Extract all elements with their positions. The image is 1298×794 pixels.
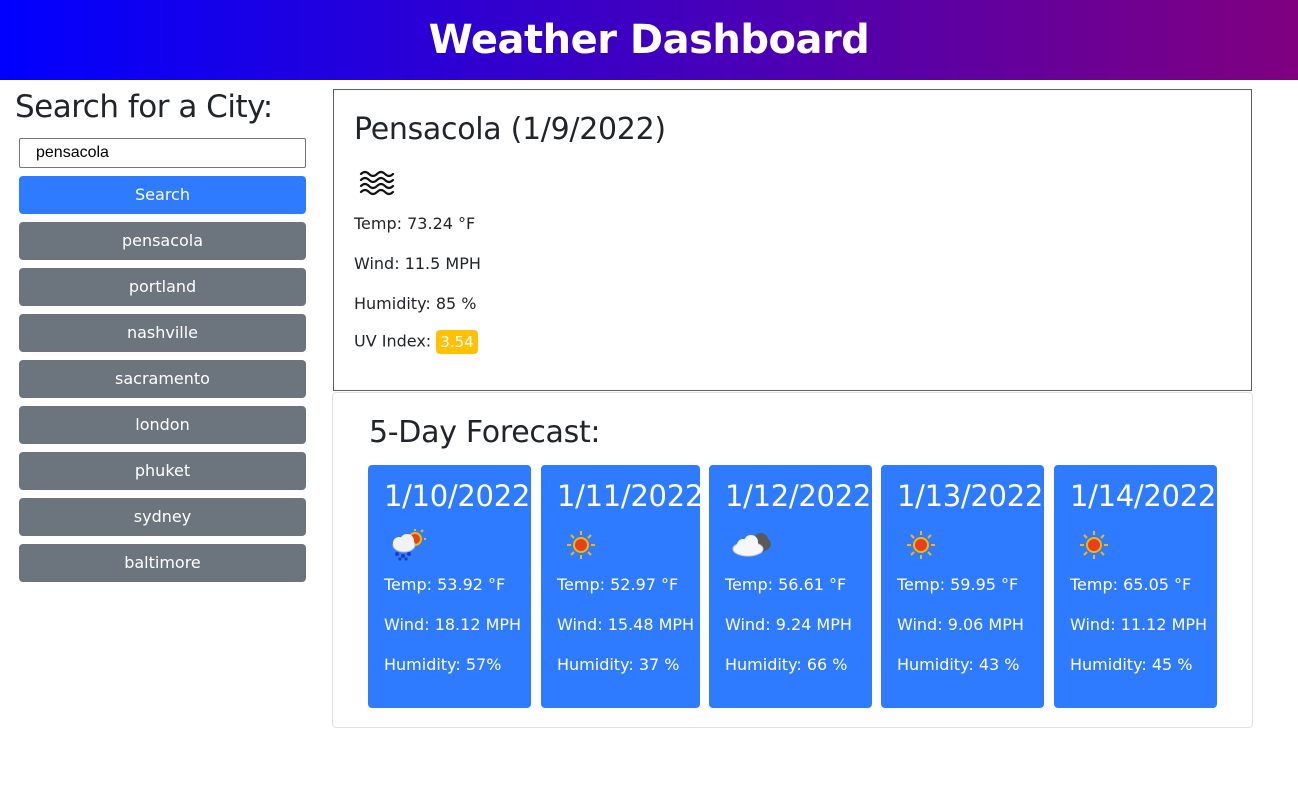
current-weather-panel: Pensacola (1/9/2022) Temp: 73.24 °F Wind…: [333, 89, 1252, 391]
uv-index-badge: 3.54: [436, 330, 478, 354]
city-search-input[interactable]: [19, 138, 306, 168]
sun-icon: [561, 529, 601, 566]
history-button-nashville[interactable]: nashville: [19, 314, 306, 352]
forecast-wind: Wind: 15.48 MPH: [557, 615, 695, 634]
forecast-wind: Wind: 11.12 MPH: [1070, 615, 1208, 634]
forecast-temp: Temp: 65.05 °F: [1070, 575, 1192, 594]
app-header: Weather Dashboard: [0, 0, 1298, 80]
forecast-card: 1/11/2022 Temp: 52.97 °F Wind: 15.48 MPH…: [541, 465, 703, 708]
current-city-title: Pensacola (1/9/2022): [354, 112, 666, 147]
forecast-card: 1/10/2022 Temp: 53.92 °F Wind: 18.12 MPH…: [368, 465, 531, 708]
forecast-panel: 5-Day Forecast: 1/10/2022 Temp: 53.92 °F…: [332, 392, 1253, 728]
forecast-temp: Temp: 52.97 °F: [557, 575, 679, 594]
forecast-card: 1/14/2022 Temp: 65.05 °F Wind: 11.12 MPH…: [1054, 465, 1217, 708]
uv-label: UV Index:: [354, 331, 432, 351]
current-wind: Wind: 11.5 MPH: [354, 254, 481, 273]
page-title: Weather Dashboard: [428, 17, 870, 63]
sun-icon: [1074, 529, 1114, 566]
search-button[interactable]: Search: [19, 176, 306, 214]
forecast-date: 1/13/2022: [897, 479, 1043, 513]
history-button-baltimore[interactable]: baltimore: [19, 544, 306, 582]
forecast-date: 1/10/2022: [384, 479, 530, 513]
current-temp: Temp: 73.24 °F: [354, 214, 476, 233]
forecast-wind: Wind: 9.24 MPH: [725, 615, 852, 634]
history-button-sydney[interactable]: sydney: [19, 498, 306, 536]
current-humidity: Humidity: 85 %: [354, 294, 477, 313]
forecast-date: 1/11/2022: [557, 479, 703, 513]
history-button-pensacola[interactable]: pensacola: [19, 222, 306, 260]
forecast-wind: Wind: 18.12 MPH: [384, 615, 522, 634]
forecast-humidity: Humidity: 37 %: [557, 655, 680, 674]
forecast-date: 1/12/2022: [725, 479, 871, 513]
forecast-heading: 5-Day Forecast:: [369, 415, 601, 450]
forecast-humidity: Humidity: 57%: [384, 655, 502, 674]
forecast-date: 1/14/2022: [1070, 479, 1216, 513]
rain-sun-icon: [388, 529, 428, 566]
forecast-card: 1/13/2022 Temp: 59.95 °F Wind: 9.06 MPH …: [881, 465, 1044, 708]
forecast-temp: Temp: 53.92 °F: [384, 575, 506, 594]
search-heading: Search for a City:: [15, 89, 273, 125]
forecast-temp: Temp: 56.61 °F: [725, 575, 847, 594]
forecast-humidity: Humidity: 43 %: [897, 655, 1020, 674]
forecast-humidity: Humidity: 66 %: [725, 655, 848, 674]
cloud-icon: [729, 529, 775, 566]
forecast-temp: Temp: 59.95 °F: [897, 575, 1019, 594]
sun-icon: [901, 529, 941, 566]
forecast-card: 1/12/2022 Temp: 56.61 °F Wind: 9.24 MPH …: [709, 465, 872, 708]
history-button-sacramento[interactable]: sacramento: [19, 360, 306, 398]
history-button-portland[interactable]: portland: [19, 268, 306, 306]
current-uv-row: UV Index: 3.54: [354, 330, 478, 354]
history-button-london[interactable]: london: [19, 406, 306, 444]
forecast-humidity: Humidity: 45 %: [1070, 655, 1193, 674]
mist-icon: [358, 168, 396, 203]
history-button-phuket[interactable]: phuket: [19, 452, 306, 490]
forecast-wind: Wind: 9.06 MPH: [897, 615, 1024, 634]
